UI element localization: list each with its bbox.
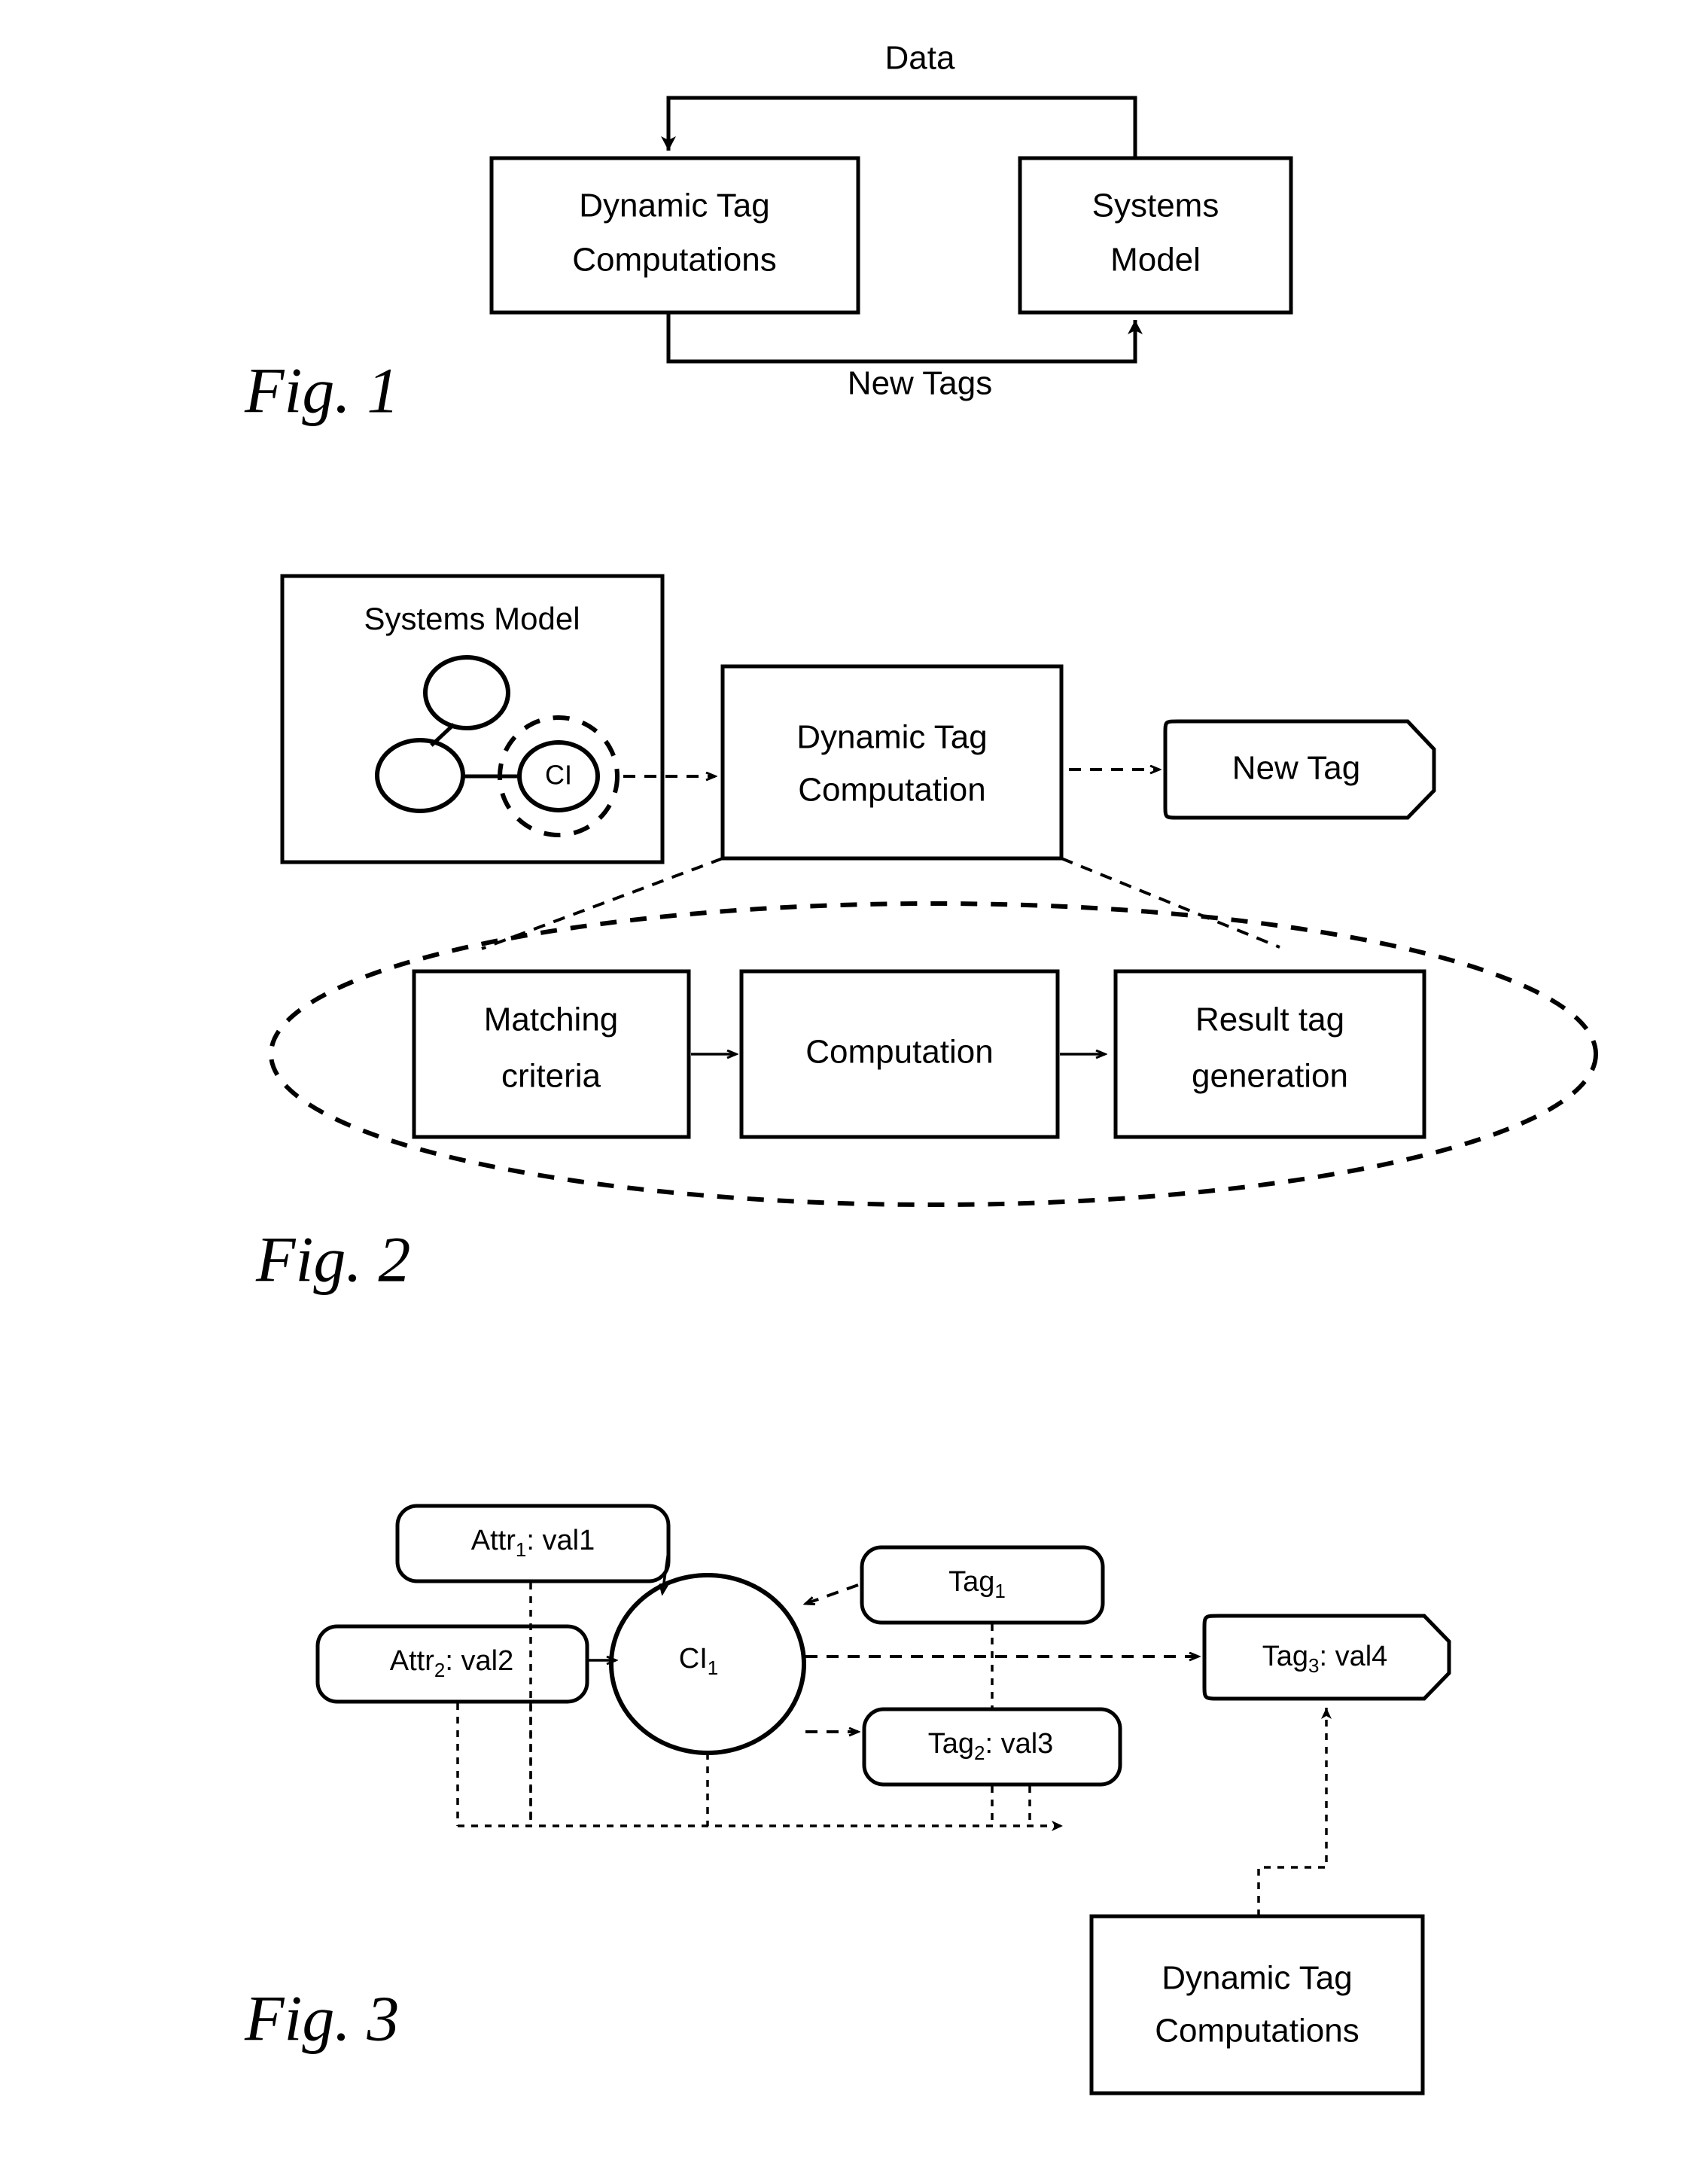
figure-3-dtc-to-tag3-output	[1257, 1708, 1332, 1916]
figure-2-matching-line2: criteria	[501, 1058, 601, 1095]
figure-2-graph-node-top	[423, 655, 510, 730]
figure-2-dtc-line2: Computation	[798, 772, 985, 809]
figure-3-tag1-to-ci-edge	[805, 1583, 859, 1604]
figure-2-computation-line1: Computation	[805, 1034, 993, 1071]
figure-3-tag2-label: Tag2: val3	[928, 1728, 1054, 1764]
figure-2-new-tag-label: New Tag	[1232, 750, 1360, 787]
figure-1-data-flow-line	[661, 96, 1137, 158]
figure-2-caption: Fig. 2	[255, 1224, 410, 1296]
figure-2: Systems Model CI Dynamic Tag Computation…	[255, 574, 1598, 1296]
figure-3-tag3-label: Tag3: val4	[1262, 1641, 1388, 1677]
figure-2-expansion-leader-right	[1061, 857, 1280, 949]
figure-3-dtc-line2: Computations	[1155, 2013, 1359, 2050]
figure-1: Data New Tags Dynamic Tag Computations S…	[244, 40, 1293, 427]
figure-3-attr1-label: Attr1: val1	[471, 1525, 595, 1561]
patent-drawing-sheet: Data New Tags Dynamic Tag Computations S…	[0, 0, 1708, 2167]
figure-1-sm-line2: Model	[1110, 242, 1201, 279]
figure-1-data-label: Data	[885, 40, 955, 77]
figure-1-caption: Fig. 1	[244, 355, 399, 427]
figure-2-dtc-line1: Dynamic Tag	[796, 719, 988, 756]
figure-2-matching-line1: Matching	[484, 1001, 619, 1038]
figure-3-caption: Fig. 3	[244, 1983, 399, 2055]
figure-1-new-tags-label: New Tags	[848, 365, 992, 402]
figure-2-dynamic-tag-computation-box	[720, 664, 1064, 861]
figure-2-result-tag-generation-box	[1113, 969, 1426, 1139]
figure-3: CI1 Attr1: val1 Attr2: val2 Tag1 Tag2: v…	[244, 1504, 1451, 2095]
figure-2-matching-criteria-box	[412, 969, 691, 1139]
figure-2-result-line1: Result tag	[1195, 1001, 1344, 1038]
figure-2-ci-label: CI	[545, 760, 572, 791]
figure-3-attr2-label: Attr2: val2	[390, 1645, 513, 1681]
figure-1-dtc-line2: Computations	[572, 242, 776, 279]
figure-1-dtc-line1: Dynamic Tag	[579, 187, 770, 224]
figure-2-result-line2: generation	[1192, 1058, 1348, 1095]
figure-1-dynamic-tag-computations-box	[489, 156, 860, 315]
figure-2-graph-node-left	[375, 738, 465, 813]
figure-1-systems-model-box	[1018, 156, 1293, 315]
figure-3-dtc-line1: Dynamic Tag	[1162, 1960, 1353, 1997]
figure-1-new-tags-flow-line	[666, 312, 1143, 364]
figure-3-dynamic-tag-computations-box	[1089, 1914, 1425, 2095]
figure-1-sm-line1: Systems	[1092, 187, 1219, 224]
drawing-canvas: Data New Tags Dynamic Tag Computations S…	[244, 40, 1598, 2095]
figure-2-systems-model-title: Systems Model	[364, 601, 580, 636]
